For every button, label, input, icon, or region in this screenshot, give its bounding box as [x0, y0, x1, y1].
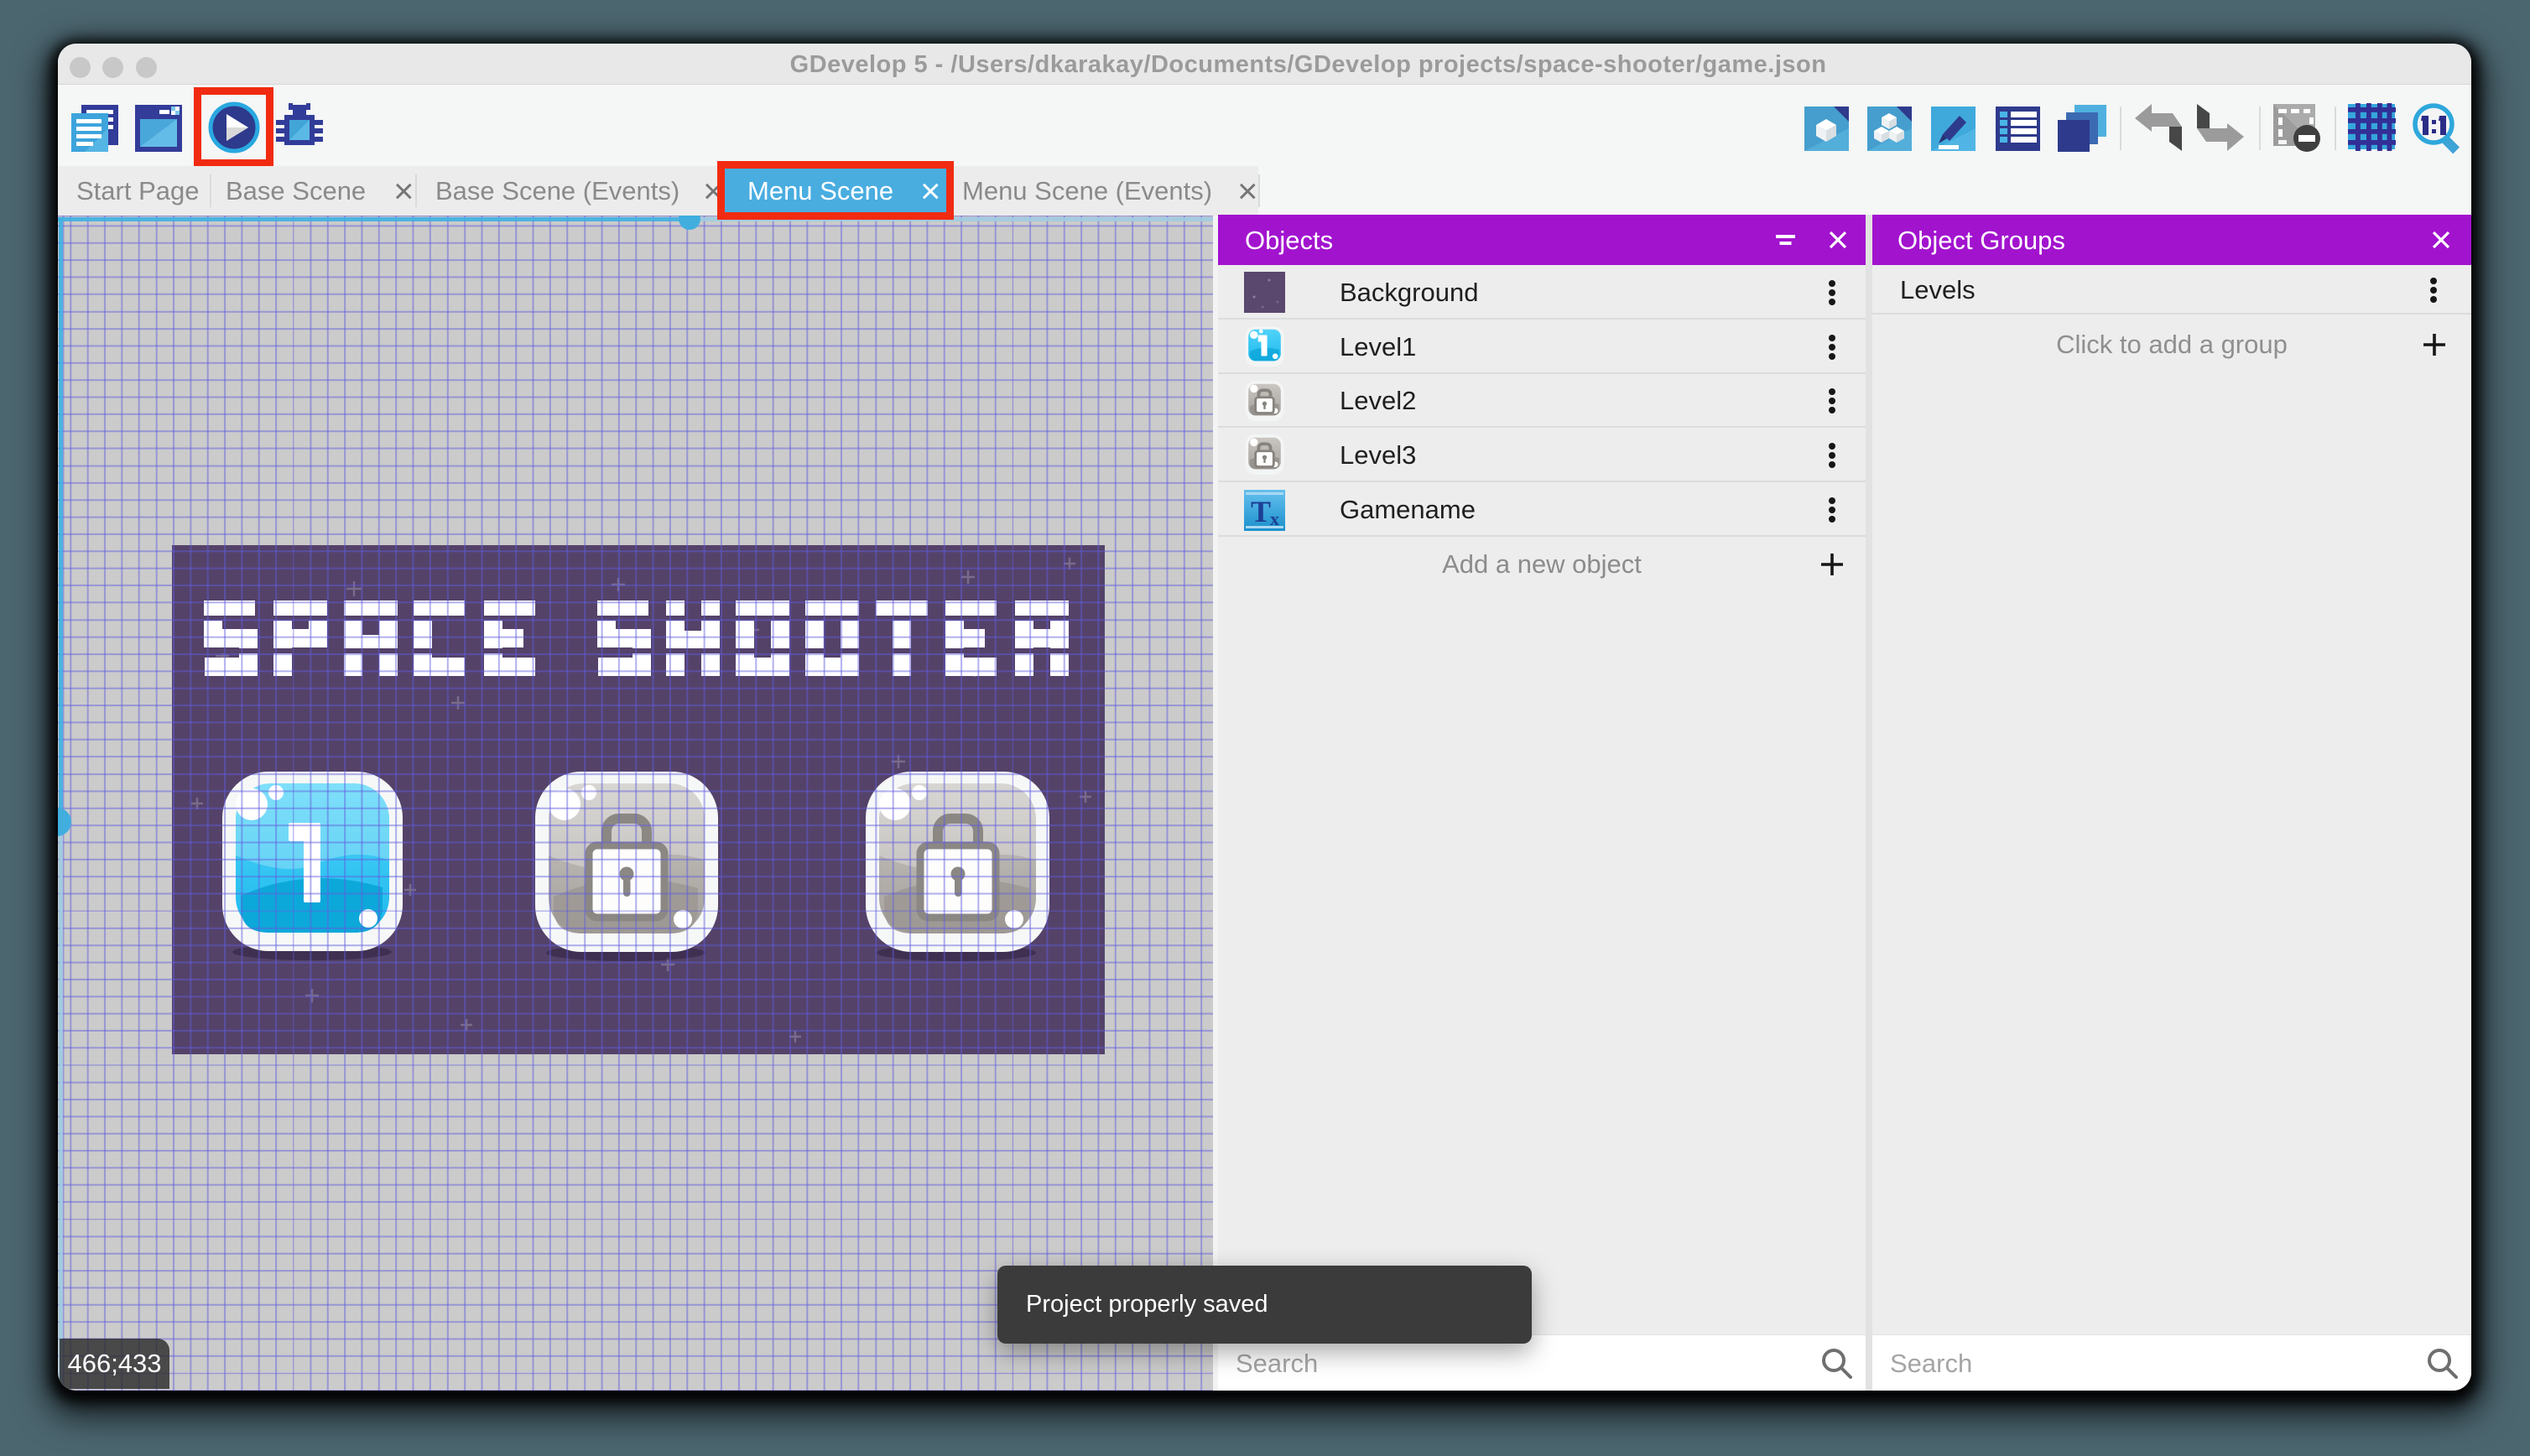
- svg-text:T: T: [1251, 495, 1271, 528]
- svg-text:x: x: [1270, 508, 1279, 529]
